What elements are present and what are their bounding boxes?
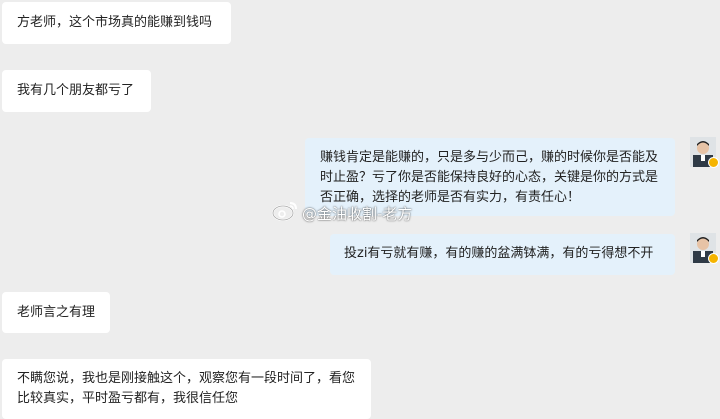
- avatar[interactable]: [690, 233, 719, 264]
- avatar[interactable]: [690, 137, 719, 168]
- message-bubble-outgoing[interactable]: 投zi有亏就有赚，有的赚的盆满钵满，有的亏得想不开: [330, 234, 675, 275]
- message-bubble-incoming[interactable]: 老师言之有理: [2, 292, 110, 333]
- message-bubble-incoming[interactable]: 方老师，这个市场真的能赚到钱吗: [2, 2, 231, 44]
- watermark-text: @金油收割-老方: [302, 205, 413, 223]
- message-text: 老师言之有理: [17, 305, 96, 320]
- message-text: 不瞒您说，我也是刚接触这个，观察您有一段时间了，看您比较真实，平时盈亏都有，我很…: [17, 371, 356, 406]
- message-text: 投zi有亏就有赚，有的赚的盆满钵满，有的亏得想不开: [344, 246, 654, 261]
- message-bubble-incoming[interactable]: 不瞒您说，我也是刚接触这个，观察您有一段时间了，看您比较真实，平时盈亏都有，我很…: [2, 359, 371, 419]
- message-bubble-incoming[interactable]: 我有几个朋友都亏了: [2, 70, 151, 112]
- message-text: 我有几个朋友都亏了: [17, 83, 135, 98]
- weibo-icon: [272, 200, 298, 228]
- verified-badge-icon: [708, 157, 719, 168]
- watermark: @金油收割-老方: [272, 200, 412, 228]
- message-text: 方老师，这个市场真的能赚到钱吗: [17, 15, 213, 30]
- verified-badge-icon: [708, 253, 719, 264]
- message-text: 赚钱肯定是能赚的，只是多与少而己，赚的时候你是否能及时止盈？亏了你是否能保持良好…: [320, 150, 659, 205]
